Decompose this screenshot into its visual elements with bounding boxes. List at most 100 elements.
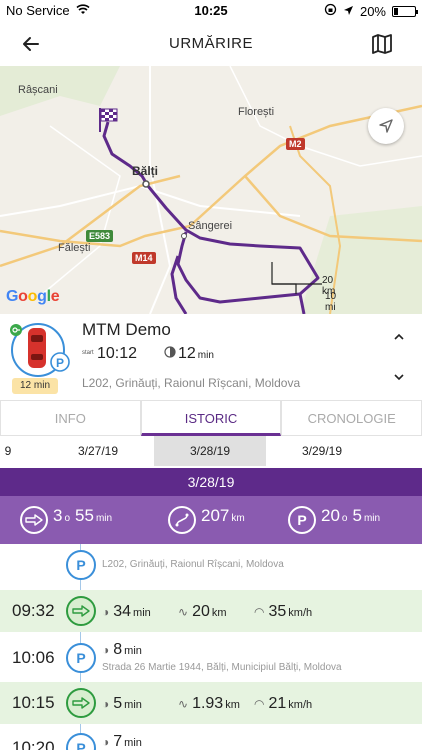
summary-parking-time: P 20 o 5 min (288, 506, 380, 534)
map-canvas (0, 66, 422, 314)
map-view-button[interactable] (370, 32, 394, 56)
parking-duration: ◑ 7 min (102, 733, 142, 750)
locate-me-button[interactable] (368, 108, 404, 144)
duration-value: 5 (113, 695, 123, 712)
parking-duration: ◑ 8 min (102, 641, 142, 659)
parking-node-icon: P (66, 550, 96, 580)
park-minutes-unit: min (363, 513, 381, 524)
parking-node-icon: P (66, 733, 96, 750)
map-label-falesti: Fălești (58, 242, 91, 254)
clock-icon: ◑ (102, 697, 110, 711)
trip-duration: 12 min (164, 345, 214, 363)
date-item[interactable]: 3/27/19 (42, 436, 154, 466)
road-shield-m2: M2 (286, 138, 305, 150)
distance-value: 20 (192, 603, 210, 620)
nav-header: URMĂRIRE (0, 22, 422, 66)
timeline-row-trip[interactable]: 09:32 ◑ 34 min ∿ 20 km ◠ 35 km/h (0, 590, 422, 632)
tab-bar: INFO ISTORIC CRONOLOGIE (0, 400, 422, 436)
timeline-row-parking[interactable]: P L202, Grinăuți, Raionul Rîșcani, Moldo… (0, 544, 422, 586)
park-minutes: 5 (352, 506, 362, 525)
trip-speed: ◠ 35 km/h (254, 603, 312, 621)
distance-value: 1.93 (192, 695, 224, 712)
day-summary: 3o 55 min 207 km P 20 o 5 min (0, 496, 422, 544)
battery-icon (392, 5, 418, 17)
scale-mi: 10 mi (325, 291, 337, 313)
trip-node-icon (66, 688, 96, 718)
battery-level (394, 7, 398, 15)
timeline-row-trip[interactable]: 10:15 ◑ 5 min ∿ 1.93 km ◠ 21 km/h (0, 682, 422, 724)
route-map[interactable]: Râșcani Florești Bălți Sângerei Fălești … (0, 66, 422, 314)
speed-value: 35 (268, 603, 287, 620)
trip-distance: ∿ 20 km (178, 603, 227, 621)
parking-letter: P (76, 650, 86, 666)
summary-distance: 207 km (168, 506, 245, 534)
location-arrow-icon (343, 4, 354, 19)
road-shield-m14: M14 (132, 252, 156, 264)
trip-start-time: 09:32 (12, 601, 55, 620)
timeline-row-parking[interactable]: 10:20 P ◑ 7 min (0, 728, 422, 750)
duration-unit: min (124, 737, 142, 749)
tab-info[interactable]: INFO (0, 400, 141, 436)
navigation-arrow-icon (379, 119, 393, 133)
vehicle-name: MTM Demo (82, 320, 171, 339)
distance-icon: ∿ (178, 697, 189, 711)
duration-unit: min (124, 645, 142, 657)
drive-hours: 3 (53, 506, 63, 525)
speed-unit: km/h (288, 607, 313, 619)
date-item[interactable]: 9 (0, 436, 16, 466)
chevron-down-icon[interactable] (392, 370, 406, 384)
distance-icon (168, 506, 196, 534)
trip-start-time: 10:15 (12, 693, 55, 712)
timeline-row-parking[interactable]: 10:06 P ◑ 8 min Strada 26 Martie 1944, Băl… (0, 636, 422, 680)
duration-value: 12 (178, 345, 196, 362)
selected-date-header: 3/28/19 (0, 468, 422, 496)
trip-node-icon (66, 596, 96, 626)
vehicle-panel[interactable]: P 12 min MTM Demo start 10:12 12 min L202… (0, 314, 422, 400)
drive-minutes: 55 (75, 506, 94, 525)
tab-istoric[interactable]: ISTORIC (140, 400, 282, 436)
history-timeline: P L202, Grinăuți, Raionul Rîșcani, Moldo… (0, 544, 422, 750)
duration-value: 8 (113, 641, 123, 658)
speed-unit: km/h (288, 699, 313, 711)
parking-start-time: 10:06 (12, 648, 55, 667)
drive-arrow-icon (20, 506, 48, 534)
park-hours: 20 (321, 506, 340, 525)
status-bar: No Service 10:25 20% (0, 0, 422, 22)
drive-minutes-unit: min (95, 513, 113, 524)
distance-unit: km (225, 699, 240, 711)
map-icon (372, 34, 392, 54)
duration-unit: min (197, 350, 214, 361)
orientation-lock-icon (324, 3, 337, 19)
parking-letter: P (76, 740, 86, 750)
speed-value: 21 (268, 695, 287, 712)
battery-percent: 20% (359, 3, 386, 19)
parking-start-time: 10:20 (12, 738, 55, 750)
parking-letter: P (76, 557, 86, 573)
parking-letter: P (297, 512, 307, 528)
start-label: start (82, 350, 94, 356)
google-logo: Google (6, 288, 60, 305)
date-item-selected[interactable]: 3/28/19 (154, 436, 266, 466)
park-hours-unit: o (341, 513, 348, 524)
summary-drive-time: 3o 55 min (20, 506, 112, 534)
idle-time-badge: 12 min (12, 378, 58, 394)
chevron-up-icon[interactable] (392, 330, 406, 344)
page-title: URMĂRIRE (168, 35, 253, 52)
parking-node-icon: P (66, 643, 96, 673)
speedometer-icon: ◠ (254, 697, 265, 711)
speedometer-icon: ◠ (254, 605, 265, 619)
map-label-rascani: Râșcani (18, 84, 58, 96)
parking-address: Strada 26 Martie 1944, Bălți, Municipiul… (102, 662, 342, 673)
trip-duration: ◑ 34 min (102, 603, 151, 621)
road-shield-e583: E583 (86, 230, 114, 242)
date-item[interactable]: 3/29/19 (266, 436, 378, 466)
parking-icon: P (288, 506, 316, 534)
duration-unit: min (133, 607, 151, 619)
start-time: 10:12 (97, 345, 138, 362)
map-label-balti: Bălți (132, 164, 159, 178)
clock-icon: ◑ (102, 643, 110, 657)
parking-address: L202, Grinăuți, Raionul Rîșcani, Moldova (102, 559, 284, 570)
tab-cronologie[interactable]: CRONOLOGIE (281, 400, 422, 436)
trip-duration: ◑ 5 min (102, 695, 142, 713)
map-label-floresti: Florești (238, 106, 275, 118)
